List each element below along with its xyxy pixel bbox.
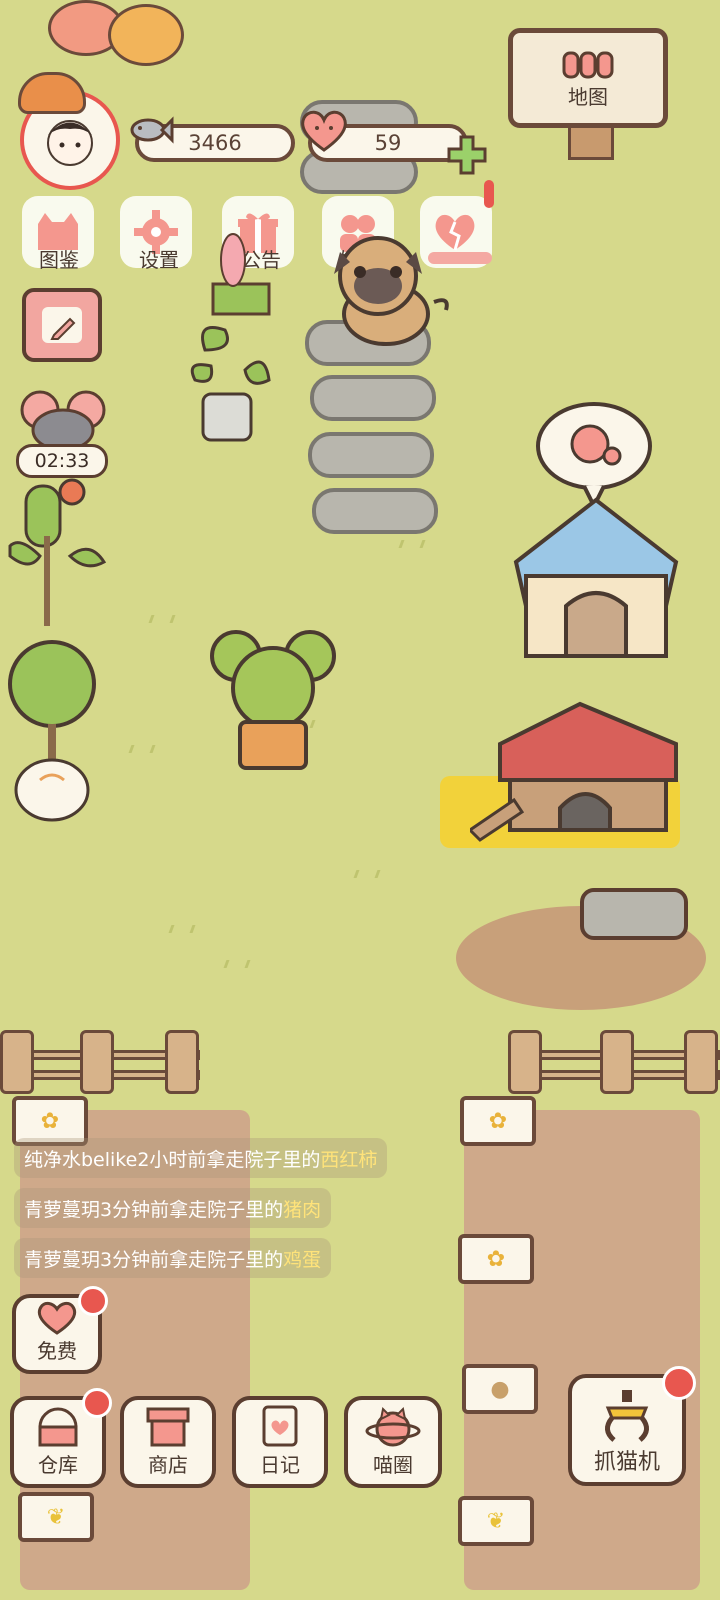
leafy-plant [185,310,275,454]
message-item: 鸡蛋 [283,1248,322,1271]
dog-house[interactable] [510,496,682,666]
corn-sign: ❦ [18,1492,94,1542]
timer-value: 02:33 [34,450,90,472]
activity-message: 纯净水belike2小时前拿走院子里的 西红柿 [14,1138,388,1178]
warehouse-label: 仓库 [38,1453,78,1477]
player-face-icon [47,120,93,166]
potato-sign: ● [462,1364,538,1414]
claw-machine-label: 抓猫机 [593,1450,660,1475]
heart-face-icon [37,1301,77,1335]
fence-post [80,1030,114,1094]
settings-label: 设置 [139,248,179,272]
wheat-icon: ✿ [40,1108,60,1134]
pink-flower-plant [205,230,275,320]
notification-dot [78,1286,108,1316]
fence-post [165,1030,199,1094]
add-heart-button[interactable] [446,134,488,180]
free-label: 免费 [37,1339,77,1363]
claw-icon [605,1390,649,1442]
topiary-plant [206,628,342,778]
stepping-stone [310,375,436,421]
grass-tuft [128,745,156,753]
map-button[interactable]: 地图 [508,28,668,128]
shop-icon [146,1407,190,1447]
grass-tuft [148,615,176,623]
fish-count: 3466 [188,131,242,155]
notification-dot [662,1366,696,1400]
activity-message: 青萝蔓玥3分钟前拿走院子里的 猪肉 [14,1188,332,1228]
fence-post [0,1030,34,1094]
fence-post [508,1030,542,1094]
fish-icon [128,112,174,152]
map-icon [562,51,614,78]
wheat-sign: ✿ [458,1234,534,1284]
heart-count: 59 [374,131,402,155]
round-tree [4,640,104,834]
pug-dog[interactable] [316,232,456,356]
diary-icon [262,1405,298,1447]
message-item: 猪肉 [283,1198,322,1221]
message-text: 青萝蔓玥3分钟前拿走院子里的 [24,1198,284,1221]
cat-planet-icon [365,1406,421,1447]
flower-decoration [108,4,184,66]
pencil-icon [42,307,82,343]
activity-message: 青萝蔓玥3分钟前拿走院子里的 鸡蛋 [14,1238,332,1278]
message-item: 西红柿 [320,1148,378,1171]
calendar-edit-button[interactable] [22,288,102,362]
alert-icon [484,180,494,208]
fence-post [600,1030,634,1094]
chicken-coop[interactable] [467,700,680,854]
mouse-timer-icon[interactable] [20,390,106,452]
grass-tuft [398,540,426,548]
message-text: 纯净水belike2小时前拿走院子里的 [24,1148,321,1171]
potato-icon: ● [490,1376,510,1402]
message-text: 青萝蔓玥3分钟前拿走院子里的 [24,1248,284,1271]
cactus-plant [0,476,110,640]
timer-badge: 02:33 [16,444,108,478]
diary-label: 日记 [260,1453,300,1477]
heart-icon [298,106,350,158]
corn-icon: ❦ [486,1508,506,1534]
fence-post [684,1030,718,1094]
shop-button[interactable]: 商店 [120,1396,216,1488]
grass-tuft [223,960,251,968]
warehouse-icon [38,1407,78,1447]
notification-dot [82,1388,112,1418]
corn-sign: ❦ [458,1496,534,1546]
water-trough [580,888,688,940]
map-label: 地图 [568,84,608,109]
grass-tuft [353,870,381,878]
corn-icon: ❦ [46,1504,66,1530]
stepping-stone [308,432,434,478]
stepping-stone [312,488,438,534]
meow-circle-label: 喵圈 [373,1453,413,1477]
wheat-icon: ✿ [488,1108,508,1134]
wheat-sign: ✿ [460,1096,536,1146]
wheat-icon: ✿ [486,1246,506,1272]
shop-label: 商店 [148,1453,188,1477]
meow-circle-button[interactable]: 喵圈 [344,1396,442,1488]
diary-button[interactable]: 日记 [232,1396,328,1488]
grass-tuft [168,925,196,933]
collection-label: 图鉴 [39,248,79,272]
